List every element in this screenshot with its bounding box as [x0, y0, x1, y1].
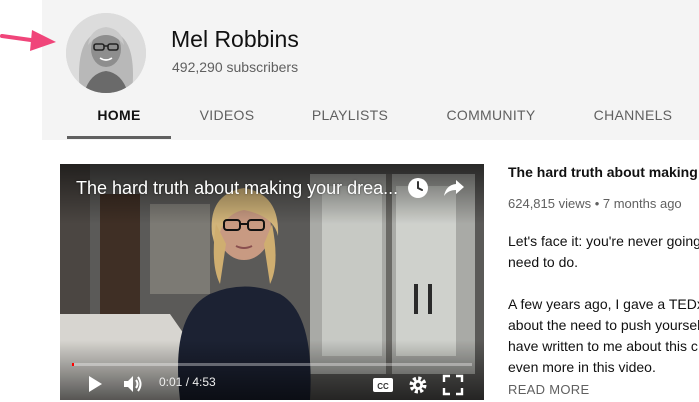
channel-tabs: HOME VIDEOS PLAYLISTS COMMUNITY CHANNELS [0, 100, 699, 140]
volume-icon[interactable] [122, 373, 144, 395]
subscriber-count: 492,290 subscribers [172, 59, 299, 75]
description-line: A few years ago, I gave a TEDx [508, 296, 699, 312]
svg-text:CC: CC [377, 382, 389, 391]
channel-name: Mel Robbins [171, 26, 299, 52]
active-tab-underline [67, 136, 171, 139]
channel-page: Mel Robbins 492,290 subscribers HOME VID… [0, 0, 699, 402]
description-line: have written to me about this c [508, 338, 698, 354]
gear-icon[interactable] [407, 374, 429, 396]
time-readout: 0:01 / 4:53 [159, 375, 216, 389]
description-line: Let's face it: you're never going [508, 233, 699, 249]
description-line: about the need to push yoursel [508, 317, 699, 333]
featured-video-meta: 624,815 views • 7 months ago [508, 196, 682, 211]
featured-video-title[interactable]: The hard truth about making yo [508, 164, 699, 180]
clock-icon[interactable] [406, 176, 430, 200]
cc-icon[interactable]: CC [372, 374, 394, 396]
progress-fill [72, 363, 74, 366]
pink-arrow-icon [0, 30, 56, 51]
share-arrow-icon[interactable] [442, 176, 466, 200]
read-more-link[interactable]: READ MORE [508, 382, 589, 397]
tab-videos[interactable]: VIDEOS [186, 100, 268, 136]
featured-video-player[interactable]: The hard truth about making your drea...… [60, 164, 484, 400]
avatar[interactable] [66, 13, 146, 93]
fullscreen-icon[interactable] [442, 374, 464, 396]
tab-community[interactable]: COMMUNITY [436, 100, 546, 136]
play-icon[interactable] [84, 373, 106, 395]
tab-channels[interactable]: CHANNELS [583, 100, 683, 136]
player-title[interactable]: The hard truth about making your drea... [76, 178, 398, 199]
description-line: need to do. [508, 254, 579, 270]
description-line: even more in this video. [508, 359, 656, 375]
progress-bar[interactable] [72, 363, 472, 366]
tab-home[interactable]: HOME [67, 100, 171, 136]
tab-playlists[interactable]: PLAYLISTS [300, 100, 400, 136]
avatar-portrait [66, 13, 146, 93]
